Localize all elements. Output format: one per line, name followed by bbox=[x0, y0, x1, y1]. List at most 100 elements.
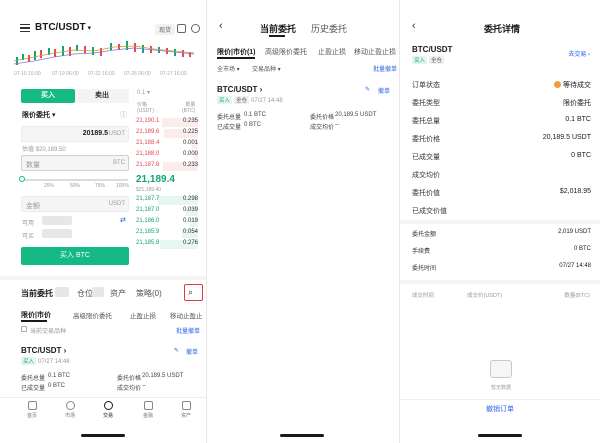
total-value: 0.1 BTC bbox=[48, 373, 71, 379]
price-input[interactable]: 20189.5 USDT bbox=[21, 126, 129, 142]
nav-finance[interactable]: 金融 bbox=[136, 401, 160, 419]
tab-current-orders[interactable]: 当前委托 bbox=[260, 22, 296, 35]
chart-axis-date: 07-22 16:00 bbox=[88, 71, 115, 77]
filled-value-label: 已成交价值 bbox=[412, 208, 447, 215]
buy-btc-button[interactable]: 买入 BTC bbox=[21, 247, 129, 265]
pct-75[interactable]: 75% bbox=[95, 183, 105, 189]
order-history-icon[interactable]: ⌕ bbox=[188, 287, 193, 298]
last-price-usd: $21,189.40 bbox=[136, 187, 162, 193]
ask-row[interactable]: 21,190.1 0.235 bbox=[136, 118, 198, 127]
market-filter[interactable]: 全市场 ▾ bbox=[217, 64, 240, 73]
back-arrow-icon[interactable]: ‹ bbox=[219, 20, 223, 32]
orders-screen: ‹ 当前委托 历史委托 限价|市价(1) 高级限价委托 止盈止损 移动止盈止损 … bbox=[207, 0, 397, 443]
order-type-select[interactable]: 限价委托 ▾ bbox=[22, 110, 55, 120]
nav-trade[interactable]: 交易 bbox=[96, 401, 120, 419]
subtab-tp-sl[interactable]: 止盈止损 bbox=[130, 310, 156, 320]
tab-assets[interactable]: 资产 bbox=[110, 288, 126, 299]
subtab-advanced-limit[interactable]: 高级限价委托 bbox=[73, 310, 112, 320]
bid-row[interactable]: 21,185.8 0.276 bbox=[136, 240, 198, 249]
go-trade-link[interactable]: 去交易 › bbox=[568, 49, 590, 58]
transfer-icon[interactable]: ⇄ bbox=[120, 216, 126, 224]
subtab-limit-market[interactable]: 限价|市价(1) bbox=[217, 47, 256, 57]
pct-50[interactable]: 50% bbox=[70, 183, 80, 189]
side-badge: 买入 bbox=[217, 96, 233, 104]
pct-100[interactable]: 100% bbox=[116, 183, 129, 189]
ask-row[interactable]: 21,189.6 0.225 bbox=[136, 129, 198, 138]
chart-axis-date: 07-19 06:00 bbox=[52, 71, 79, 77]
tab-strategies[interactable]: 策略(0) bbox=[136, 288, 162, 299]
nav-home[interactable]: 首页 bbox=[20, 401, 44, 419]
price-label: 委托价格 bbox=[310, 115, 335, 121]
ask-row[interactable]: 21,188.4 0.001 bbox=[136, 140, 198, 149]
percent-slider[interactable] bbox=[19, 176, 128, 182]
fills-col-qty: 数量(BTC) bbox=[564, 293, 590, 299]
home-icon bbox=[27, 401, 37, 410]
section-divider bbox=[0, 276, 206, 280]
pair-filter[interactable]: 交易品种 ▾ bbox=[252, 64, 281, 73]
order-meta: 买入 07/27 14:48 bbox=[21, 357, 70, 365]
tab-order-history[interactable]: 历史委托 bbox=[311, 22, 347, 35]
last-price: 21,189.4 bbox=[136, 174, 175, 185]
amount-input[interactable]: 金额 USDT bbox=[21, 196, 129, 212]
home-indicator bbox=[280, 434, 324, 437]
total-value: 0.1 BTC bbox=[565, 116, 591, 123]
more-icon[interactable] bbox=[191, 24, 200, 33]
quantity-input[interactable]: 数量 BTC bbox=[21, 155, 129, 171]
bid-row[interactable]: 21,187.7 0.298 bbox=[136, 196, 198, 205]
order-value-value: $2,018.95 bbox=[559, 188, 591, 195]
type-label: 委托类型 bbox=[412, 100, 440, 107]
ask-row[interactable]: 21,188.0 0.000 bbox=[136, 151, 198, 160]
subtab-trailing[interactable]: 移动止盈止 bbox=[170, 310, 203, 320]
bid-row[interactable]: 21,185.9 0.054 bbox=[136, 229, 198, 238]
slider-handle[interactable] bbox=[19, 176, 25, 182]
chart-axis-date: 07-27 16:00 bbox=[160, 71, 187, 77]
nav-market[interactable]: 市场 bbox=[58, 401, 82, 419]
bid-row[interactable]: 21,186.0 0.019 bbox=[136, 218, 198, 227]
cancel-order-link[interactable]: 撤单 bbox=[378, 86, 390, 95]
type-value: 限价委托 bbox=[563, 100, 591, 107]
subtab-limit-market[interactable]: 限价|市价 bbox=[21, 310, 51, 320]
filled-label: 已成交量 bbox=[21, 386, 46, 392]
depth-step-select[interactable]: 0.1 ▾ bbox=[137, 89, 150, 96]
order-symbol[interactable]: BTC/USDT › bbox=[21, 346, 66, 355]
subtab-tp-sl[interactable]: 止盈止损 bbox=[318, 47, 346, 57]
sell-tab[interactable]: 卖出 bbox=[75, 89, 129, 103]
chart-axis-date: 07-15 16:00 bbox=[14, 71, 41, 77]
edit-order-icon[interactable]: ✎ bbox=[174, 347, 179, 354]
menu-icon[interactable] bbox=[20, 24, 30, 32]
tab-positions[interactable]: 仓位 bbox=[77, 288, 93, 299]
back-arrow-icon[interactable]: ‹ bbox=[412, 20, 416, 32]
home-indicator bbox=[81, 434, 125, 437]
subtab-trailing[interactable]: 移动止盈止损 bbox=[354, 47, 396, 57]
pending-icon bbox=[554, 81, 561, 88]
nav-assets[interactable]: 资产 bbox=[174, 401, 198, 419]
ask-row[interactable]: 21,187.8 0.233 bbox=[136, 162, 198, 171]
quantity-unit: BTC bbox=[113, 160, 125, 166]
subtab-advanced-limit[interactable]: 高级限价委托 bbox=[265, 47, 307, 57]
order-symbol[interactable]: BTC/USDT › bbox=[217, 85, 262, 94]
order-time: 07/27 14:48 bbox=[251, 98, 283, 104]
order-meta: 买入 全仓 07/27 14:48 bbox=[217, 96, 283, 104]
total-label: 委托总量 bbox=[412, 118, 440, 125]
wallet-icon bbox=[181, 401, 191, 410]
amount-unit: USDT bbox=[108, 201, 125, 207]
chart-toggle-icon[interactable] bbox=[177, 24, 186, 33]
cancel-order-button[interactable]: 撤销订单 bbox=[400, 399, 600, 419]
cancel-order-link[interactable]: 撤单 bbox=[186, 347, 198, 356]
bid-row[interactable]: 21,187.0 0.039 bbox=[136, 207, 198, 216]
edit-order-icon[interactable]: ✎ bbox=[365, 86, 370, 93]
current-pair-checkbox[interactable] bbox=[21, 326, 27, 332]
pct-25[interactable]: 25% bbox=[44, 183, 54, 189]
avg-value: -- bbox=[142, 383, 146, 389]
market-icon bbox=[65, 401, 75, 410]
orderbook-col-price: 价格 (USDT) bbox=[137, 102, 154, 114]
valuation-text: 估值 $20,189.50 bbox=[22, 147, 66, 153]
batch-cancel-link[interactable]: 批量撤单 bbox=[373, 64, 397, 73]
buy-tab[interactable]: 买入 bbox=[21, 89, 75, 103]
info-icon[interactable]: ⓘ bbox=[120, 110, 127, 120]
spot-tag[interactable]: 现货 bbox=[155, 24, 176, 35]
batch-cancel-link[interactable]: 批量撤单 bbox=[176, 326, 200, 335]
margin-mode-badge: 全仓 bbox=[234, 96, 250, 104]
symbol-selector[interactable]: BTC/USDT ▾ bbox=[35, 22, 91, 33]
tab-current-orders[interactable]: 当前委托 bbox=[21, 288, 53, 299]
